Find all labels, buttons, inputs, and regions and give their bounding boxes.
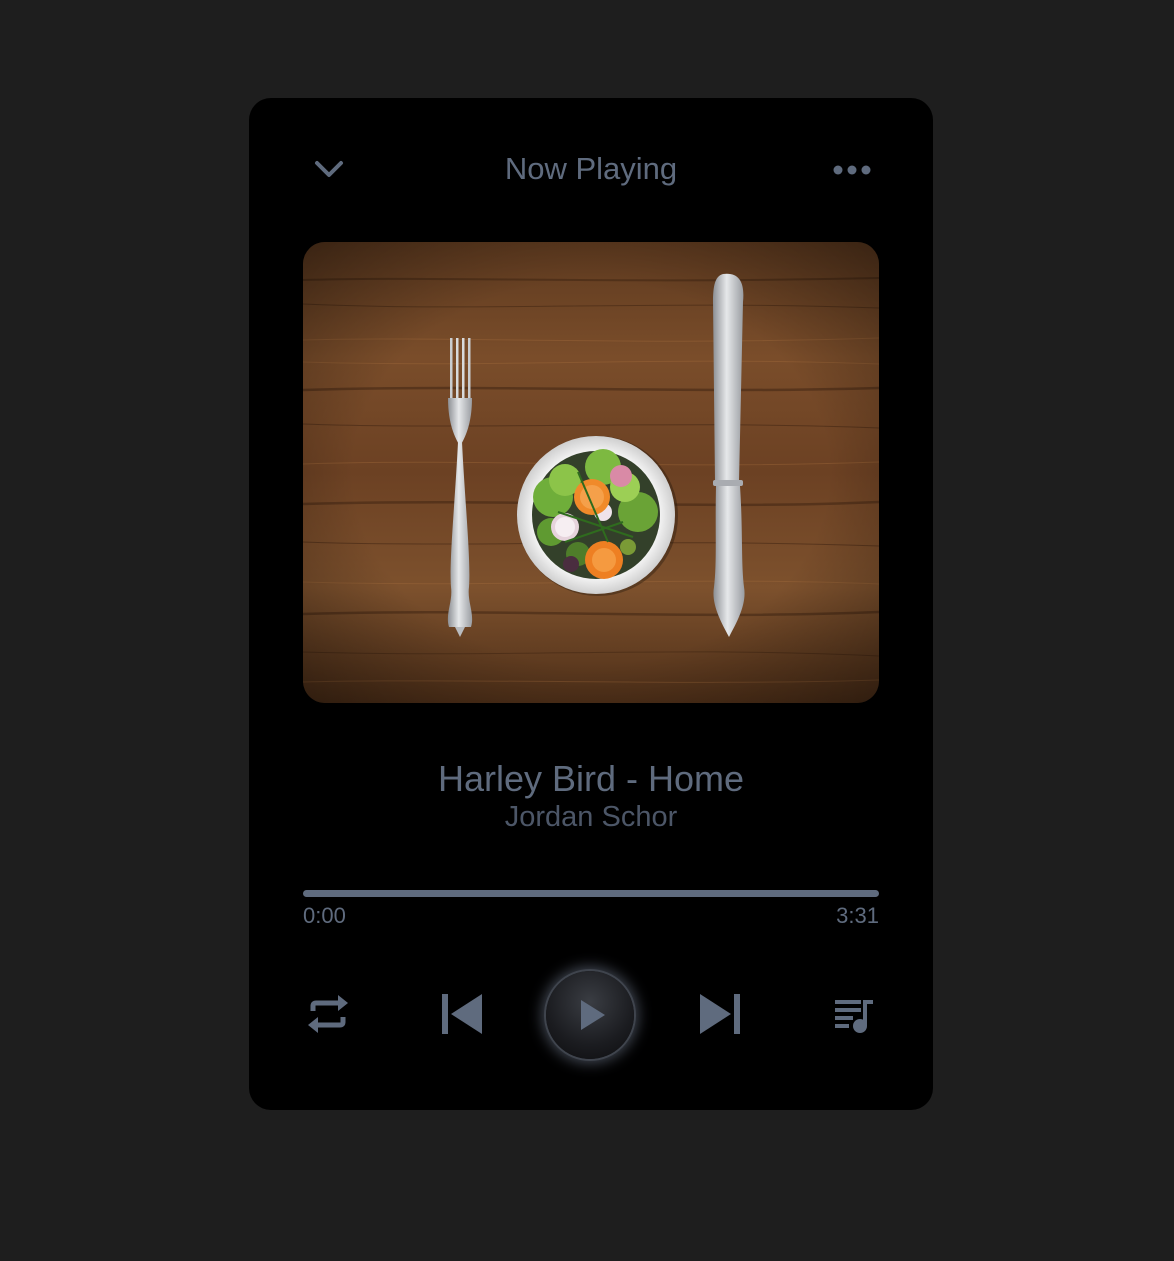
top-bar: Now Playing <box>249 98 933 248</box>
playlist-icon <box>835 1000 873 1033</box>
repeat-icon <box>308 995 348 1033</box>
play-button[interactable] <box>546 971 634 1059</box>
track-title: Harley Bird - Home <box>437 758 745 799</box>
track-artist: Jordan Schor <box>504 801 678 833</box>
current-time: 0:00 <box>303 903 346 928</box>
skip-previous-icon <box>442 994 482 1034</box>
previous-button[interactable] <box>439 991 485 1037</box>
album-art-image <box>303 242 879 703</box>
music-player-card: Now Playing Harley Bird - Home Jordan Sc… <box>249 98 933 1110</box>
progress-bar[interactable] <box>303 890 879 897</box>
playlist-button[interactable] <box>831 991 877 1037</box>
repeat-button[interactable] <box>305 991 351 1037</box>
album-art <box>303 242 879 703</box>
play-icon <box>581 1000 605 1030</box>
total-time: 3:31 <box>836 903 879 928</box>
skip-next-icon <box>700 994 740 1034</box>
more-horizontal-icon <box>833 165 871 175</box>
more-options-button[interactable] <box>831 158 873 182</box>
next-button[interactable] <box>697 991 743 1037</box>
